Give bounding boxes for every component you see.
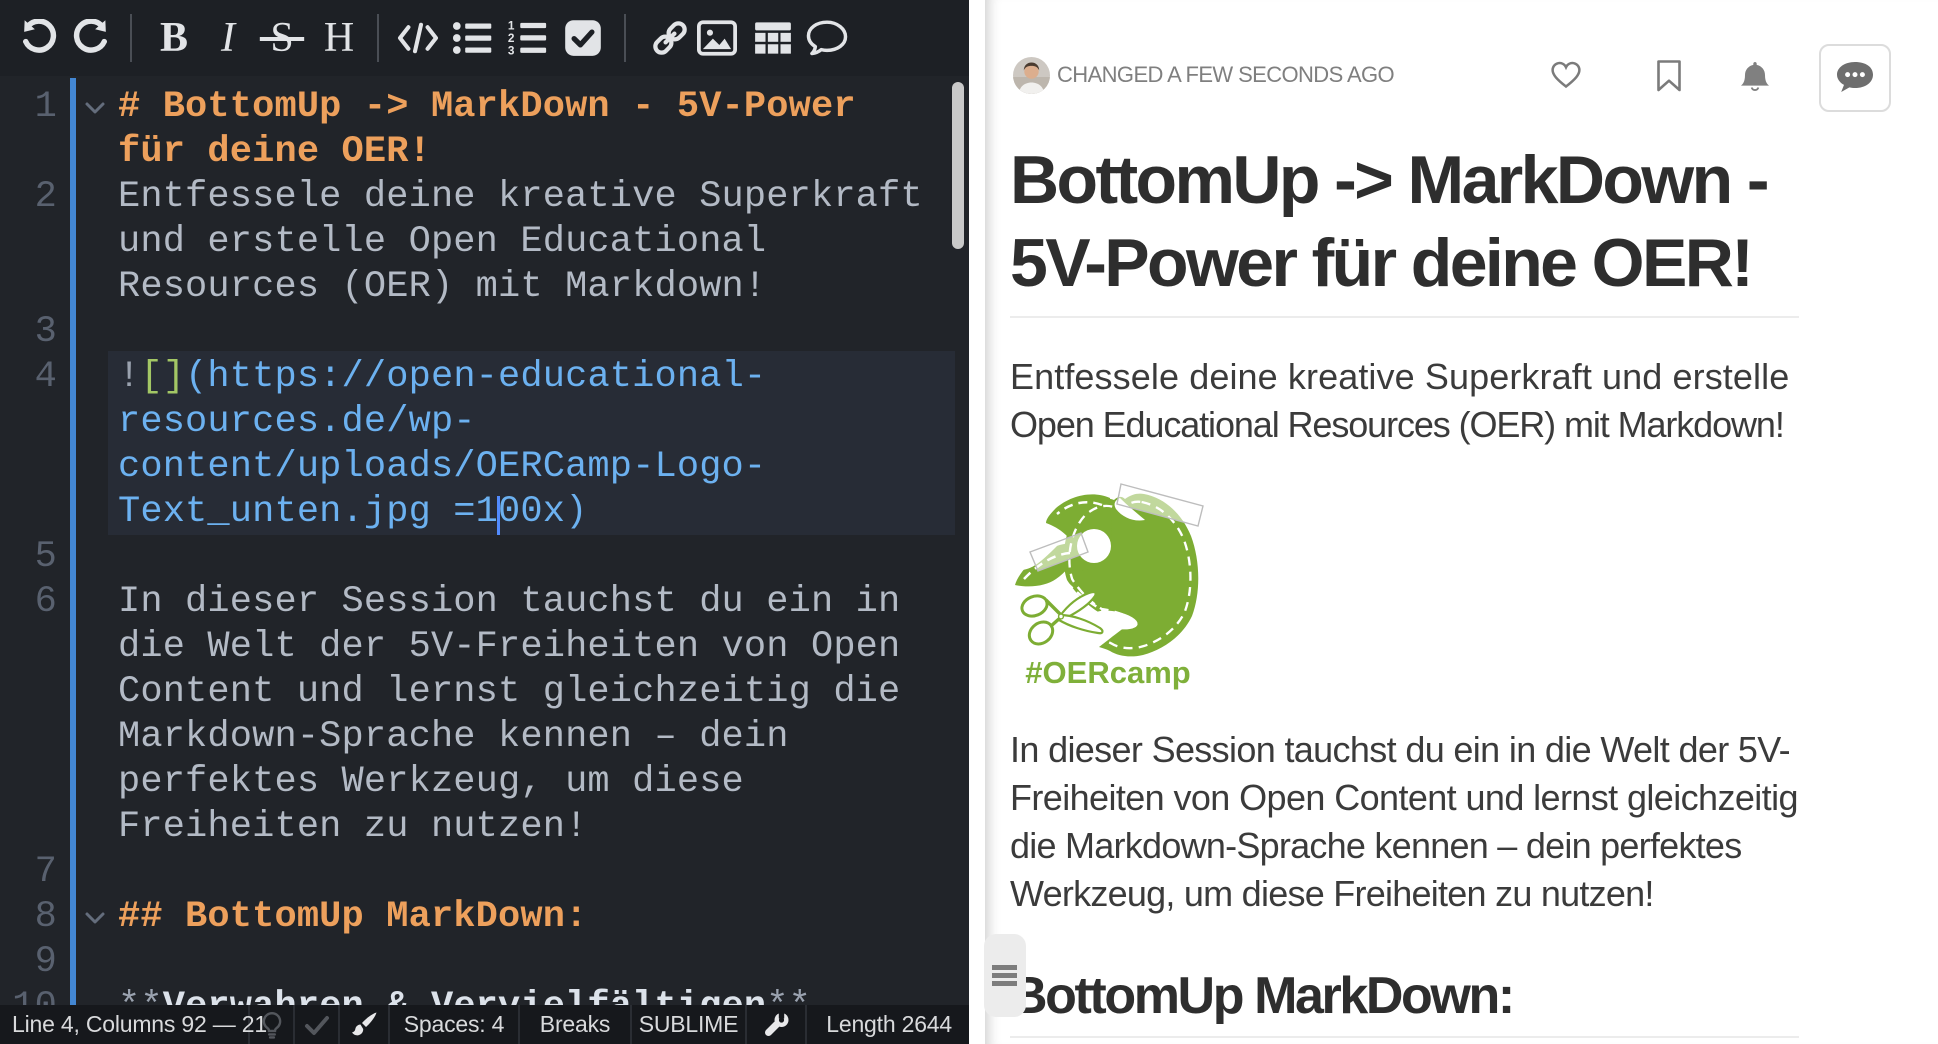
svg-text:3: 3 <box>508 43 515 56</box>
svg-text:#OERcamp: #OERcamp <box>1025 655 1190 690</box>
